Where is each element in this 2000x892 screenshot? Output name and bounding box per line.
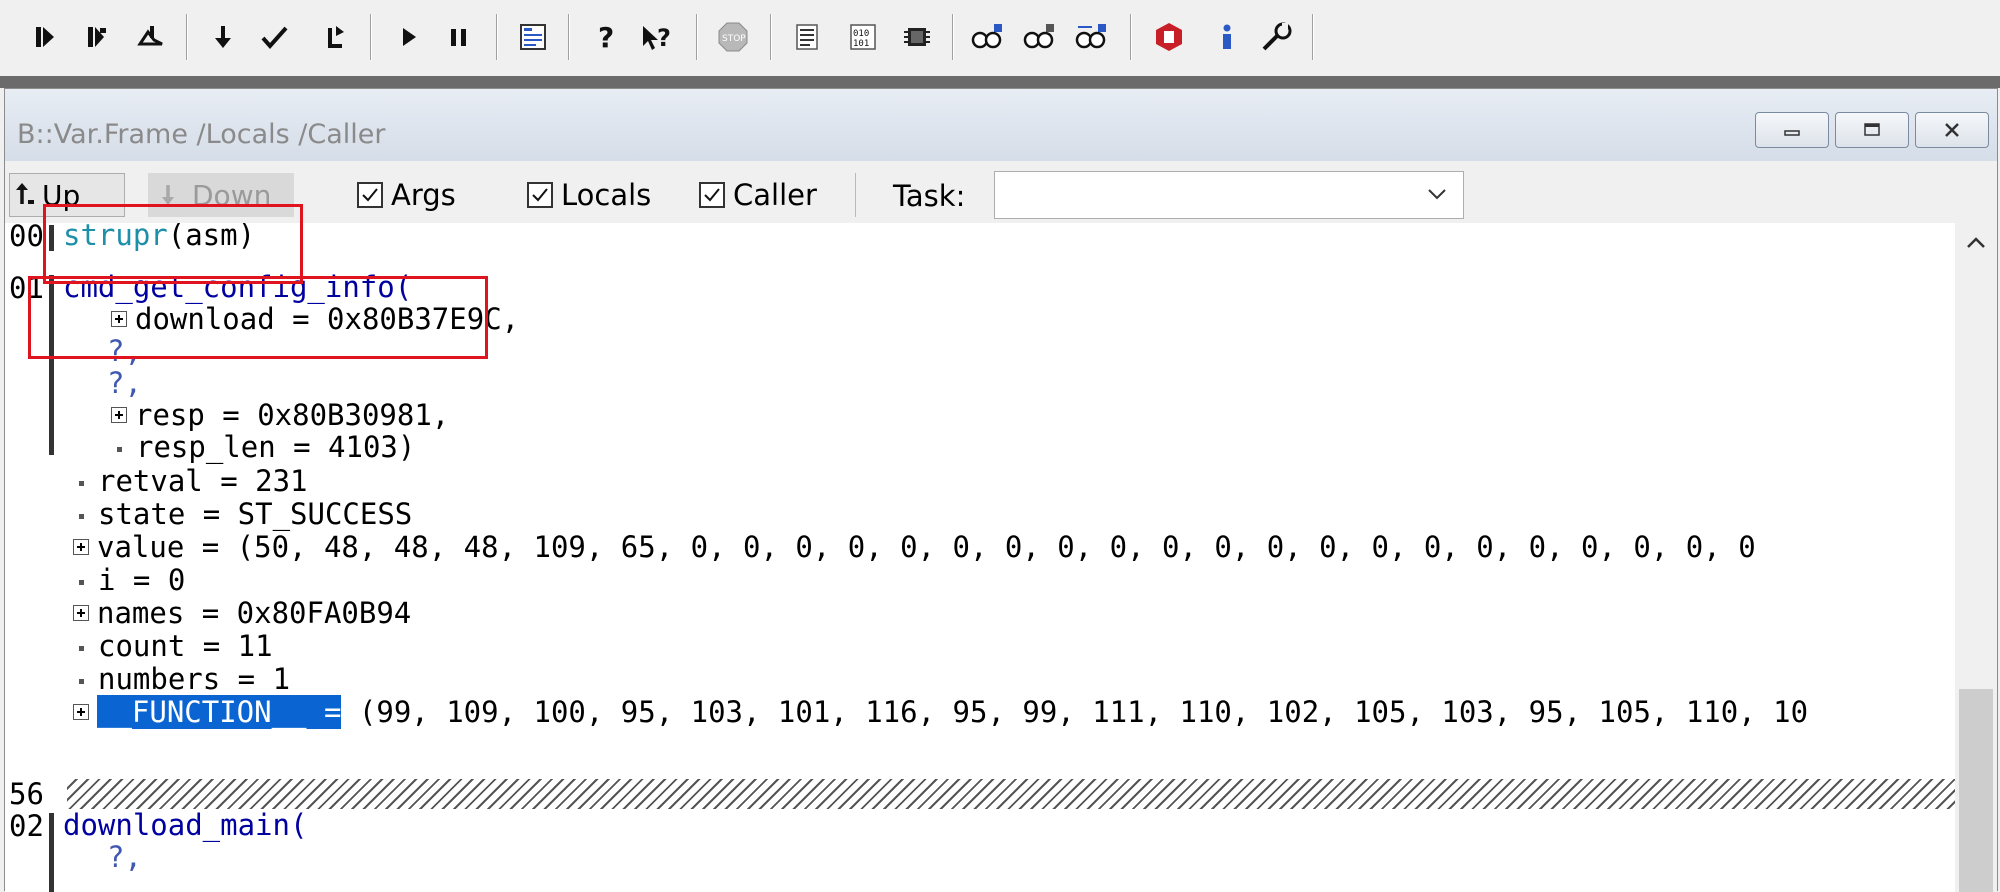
task-select[interactable] (994, 171, 1464, 219)
up-button[interactable]: Up (9, 173, 125, 217)
up-label: Up (42, 178, 81, 212)
return-icon[interactable] (318, 18, 352, 56)
chevron-down-icon (1425, 182, 1449, 210)
view-var-icon[interactable] (970, 18, 1004, 56)
step-check-icon[interactable] (258, 18, 292, 56)
main-toolbar: ? ? STOP 010 101 (0, 0, 2000, 77)
step-into-icon[interactable] (28, 18, 62, 56)
arg-unknown: ?, (107, 366, 142, 400)
svg-text:?: ? (598, 22, 614, 52)
down-label: Down (192, 178, 272, 212)
frame-00-line[interactable]: strupr(asm) (63, 223, 255, 251)
memory-icon[interactable]: 010 101 (846, 18, 880, 56)
step-over-icon[interactable] (80, 18, 114, 56)
frame-number: 01 (9, 271, 44, 305)
window-titlebar[interactable]: B::Var.Frame /Locals /Caller (5, 89, 1997, 161)
maximize-icon (1864, 123, 1880, 136)
line-number: 56 (9, 777, 44, 811)
selected-variable: __FUNCTION__ = (97, 695, 342, 729)
expand-icon[interactable] (73, 605, 89, 621)
local-function[interactable]: __FUNCTION__ = (99, 109, 100, 95, 103, 1… (73, 695, 1808, 729)
expand-icon[interactable] (73, 539, 89, 555)
list-icon[interactable] (790, 18, 824, 56)
checkmark-icon (357, 182, 383, 208)
nodebug-icon[interactable] (516, 18, 550, 56)
minimize-button[interactable] (1755, 112, 1829, 148)
expand-icon[interactable] (73, 704, 89, 720)
local-numbers[interactable]: numbers = 1 (73, 663, 290, 695)
vertical-scrollbar[interactable] (1955, 223, 1997, 892)
local-state[interactable]: state = ST_SUCCESS (73, 498, 412, 530)
locals-label: Locals (561, 178, 652, 212)
checkmark-icon (527, 182, 553, 208)
info-icon[interactable] (1210, 18, 1244, 56)
frame-var-icon[interactable] (1074, 18, 1108, 56)
var-frame-window: B::Var.Frame /Locals /Caller Up Down Arg… (4, 88, 1998, 892)
context-help-icon[interactable]: ? (640, 18, 674, 56)
local-value[interactable]: value = (50, 48, 48, 48, 109, 65, 0, 0, … (73, 531, 1756, 563)
minimize-icon (1784, 130, 1800, 136)
mdi-background (0, 76, 2000, 88)
args-checkbox[interactable]: Args (357, 175, 456, 215)
close-button[interactable] (1915, 112, 1989, 148)
local-count[interactable]: count = 11 (73, 630, 273, 662)
down-arrow-icon (162, 185, 174, 205)
chevron-up-icon[interactable] (1965, 233, 1987, 257)
frame-listing[interactable]: 00 strupr(asm) 01 cmd_get_config_info( d… (5, 223, 1955, 892)
go-icon[interactable] (392, 18, 426, 56)
frame-number: 00 (9, 223, 44, 253)
arg-resp[interactable]: resp = 0x80B30981, (111, 399, 449, 431)
checkmark-icon (699, 182, 725, 208)
caller-label: Caller (733, 178, 817, 212)
break-icon[interactable] (442, 18, 476, 56)
svg-text:?: ? (657, 24, 671, 52)
svg-text:STOP: STOP (722, 34, 746, 44)
scrollbar-thumb[interactable] (1959, 689, 1993, 892)
arg-download[interactable]: download = 0x80B37E9C, (111, 303, 519, 335)
expand-icon[interactable] (111, 311, 127, 327)
frame-02-line[interactable]: download_main( (63, 809, 307, 841)
local-names[interactable]: names = 0x80FA0B94 (73, 597, 411, 629)
args-label: Args (391, 178, 456, 212)
options-bar: Up Down Args Locals Caller Task: (5, 161, 1997, 224)
chip-icon[interactable] (900, 18, 934, 56)
expand-icon[interactable] (111, 407, 127, 423)
settings-icon[interactable] (1260, 18, 1294, 56)
svg-text:101: 101 (853, 39, 869, 49)
frame-function: strupr (63, 223, 168, 252)
down-button[interactable]: Down (148, 173, 294, 217)
local-i[interactable]: i = 0 (73, 564, 185, 596)
frame-01-line[interactable]: cmd_get_config_info( (63, 271, 412, 303)
hatched-separator (67, 779, 1955, 809)
caller-checkbox[interactable]: Caller (699, 175, 817, 215)
maximize-button[interactable] (1835, 112, 1909, 148)
step-return-icon[interactable] (134, 18, 168, 56)
local-retval[interactable]: retval = 231 (73, 465, 308, 497)
watch-var-icon[interactable] (1022, 18, 1056, 56)
svg-text:010: 010 (853, 29, 869, 39)
help-icon[interactable]: ? (590, 18, 624, 56)
arg-unknown: ?, (107, 840, 142, 874)
window-title: B::Var.Frame /Locals /Caller (17, 119, 386, 150)
trace32-icon[interactable] (1152, 18, 1186, 56)
frame-number: 02 (9, 809, 44, 843)
step-down-icon[interactable] (206, 18, 240, 56)
task-label: Task: (893, 179, 966, 213)
locals-checkbox[interactable]: Locals (527, 175, 651, 215)
up-arrow-icon (16, 183, 34, 204)
stop-icon[interactable]: STOP (716, 18, 750, 56)
arg-unknown: ?, (107, 334, 142, 368)
arg-resp-len[interactable]: resp_len = 4103) (111, 431, 415, 463)
close-icon (1945, 123, 1959, 137)
frame-suffix: (asm) (167, 223, 256, 252)
